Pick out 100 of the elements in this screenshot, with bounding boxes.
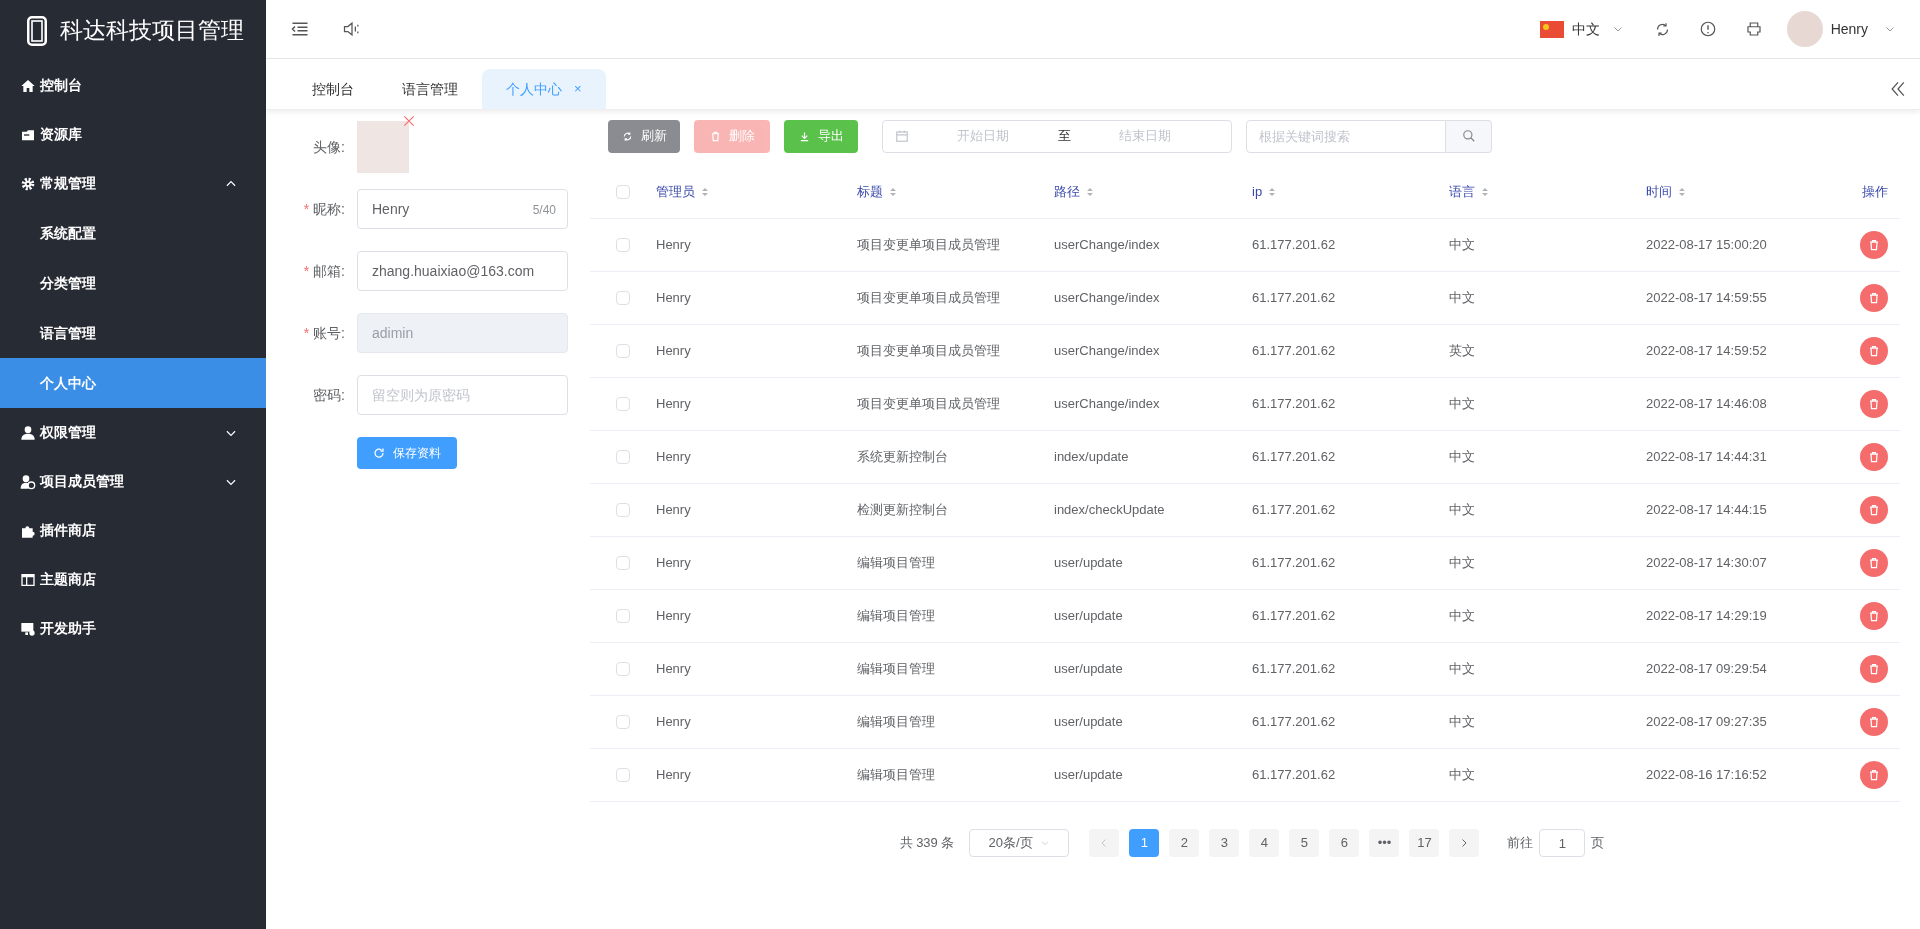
field-label: 昵称: xyxy=(313,199,345,219)
table-cell: 项目变更单项目成员管理 xyxy=(857,396,1000,412)
table-cell: Henry xyxy=(656,396,691,412)
table-cell: userChange/index xyxy=(1054,343,1160,359)
page-button[interactable]: 4 xyxy=(1249,829,1280,857)
page-suffix: 页 xyxy=(1591,834,1605,853)
field-label: 密码: xyxy=(313,385,345,405)
sidebar-item[interactable]: 控制台 xyxy=(0,61,266,110)
row-checkbox[interactable] xyxy=(616,662,630,676)
table-cell: 系统更新控制台 xyxy=(857,449,948,465)
table-cell: Henry xyxy=(656,449,691,465)
delete-button[interactable] xyxy=(1860,337,1888,365)
table-cell: Henry xyxy=(656,343,691,359)
column-header[interactable]: 语言 xyxy=(1449,182,1475,202)
delete-button[interactable] xyxy=(1860,231,1888,259)
page-button[interactable]: 17 xyxy=(1409,829,1440,857)
table-cell: Henry xyxy=(656,237,691,253)
monitor-icon xyxy=(20,620,36,637)
table-cell: 检测更新控制台 xyxy=(857,502,948,518)
china-flag-icon xyxy=(1539,20,1564,38)
close-icon xyxy=(402,114,416,128)
delete-button[interactable] xyxy=(1860,390,1888,418)
tab[interactable]: 控制台 xyxy=(288,69,378,109)
trash-icon xyxy=(1868,557,1880,569)
delete-button[interactable] xyxy=(1860,284,1888,312)
table-cell: index/update xyxy=(1054,449,1129,465)
delete-button[interactable] xyxy=(1860,496,1888,524)
page-number-field[interactable]: 1 xyxy=(1539,829,1586,857)
table-cell: 编辑项目管理 xyxy=(857,767,935,783)
date-range-field[interactable]: 开始日期 至 结束日期 xyxy=(882,119,1232,153)
column-header[interactable]: 管理员 xyxy=(656,182,695,202)
sidebar-subitem[interactable]: 系统配置 xyxy=(0,208,266,258)
language-dropdown[interactable]: 中文 xyxy=(1539,18,1624,40)
table-cell: 中文 xyxy=(1449,608,1475,624)
table-cell: 61.177.201.62 xyxy=(1252,555,1336,571)
home-icon xyxy=(20,77,36,94)
delete-button[interactable] xyxy=(1860,443,1888,471)
printer-icon xyxy=(1744,20,1763,38)
table-cell: 2022-08-17 14:44:15 xyxy=(1646,502,1767,518)
required-mark: * xyxy=(303,261,310,281)
search-field[interactable]: 根据关键词搜索 xyxy=(1246,119,1446,153)
trash-icon xyxy=(1868,292,1880,304)
sidebar-item[interactable]: 常规管理 xyxy=(0,159,266,208)
page-button[interactable]: 6 xyxy=(1329,829,1360,857)
sidebar-item[interactable]: 项目成员管理 xyxy=(0,457,266,506)
column-header[interactable]: ip xyxy=(1252,182,1263,202)
table-cell: userChange/index xyxy=(1054,396,1160,412)
row-checkbox[interactable] xyxy=(616,715,630,729)
table-cell: Henry xyxy=(656,608,691,624)
end-date-placeholder: 结束日期 xyxy=(1117,127,1172,146)
delete-button[interactable] xyxy=(1860,708,1888,736)
table-cell: 中文 xyxy=(1449,449,1475,465)
sidebar-subitem[interactable]: 分类管理 xyxy=(0,258,266,308)
row-checkbox[interactable] xyxy=(616,344,630,358)
sidebar-item[interactable]: 资源库 xyxy=(0,110,266,159)
row-checkbox[interactable] xyxy=(616,556,630,570)
row-checkbox[interactable] xyxy=(616,238,630,252)
table-cell: 2022-08-17 14:44:31 xyxy=(1646,449,1767,465)
row-checkbox[interactable] xyxy=(616,450,630,464)
delete-button[interactable] xyxy=(1860,655,1888,683)
next-page-button[interactable] xyxy=(1449,829,1480,857)
page-button[interactable]: ••• xyxy=(1369,829,1400,857)
sidebar-item[interactable]: 主题商店 xyxy=(0,555,266,604)
sidebar-item[interactable]: 插件商店 xyxy=(0,506,266,555)
table-cell: 61.177.201.62 xyxy=(1252,290,1336,306)
row-checkbox[interactable] xyxy=(616,609,630,623)
input-field[interactable]: 留空则为原密码 xyxy=(357,375,568,415)
trash-icon xyxy=(1868,716,1880,728)
previous-page-button[interactable] xyxy=(1089,829,1120,857)
column-header[interactable]: 路径 xyxy=(1054,182,1080,202)
row-checkbox[interactable] xyxy=(616,503,630,517)
input-field[interactable]: zhang.huaixiao@163.com xyxy=(357,251,568,291)
field-label: 头像: xyxy=(313,137,345,157)
column-header[interactable]: 标题 xyxy=(857,182,883,202)
table-cell: 中文 xyxy=(1449,237,1475,253)
page-button[interactable]: 2 xyxy=(1169,829,1200,857)
delete-button[interactable] xyxy=(1860,549,1888,577)
table-cell: 61.177.201.62 xyxy=(1252,661,1336,677)
goto-label: 前往 xyxy=(1507,834,1534,853)
user-menu[interactable]: Henry xyxy=(1786,11,1896,47)
column-header[interactable]: 操作 xyxy=(1862,182,1888,202)
row-checkbox[interactable] xyxy=(616,768,630,782)
sidebar-subitem[interactable]: 语言管理 xyxy=(0,308,266,358)
trash-icon xyxy=(1868,398,1880,410)
row-checkbox[interactable] xyxy=(616,291,630,305)
sidebar-item[interactable]: 开发助手 xyxy=(0,604,266,653)
row-checkbox[interactable] xyxy=(616,397,630,411)
page-button[interactable]: 5 xyxy=(1289,829,1320,857)
search-button[interactable] xyxy=(1446,119,1492,153)
table-cell: Henry xyxy=(656,502,691,518)
column-header[interactable]: 时间 xyxy=(1646,182,1672,202)
delete-button[interactable] xyxy=(1860,761,1888,789)
table-cell: 2022-08-17 09:29:54 xyxy=(1646,661,1767,677)
tab[interactable]: 语言管理 xyxy=(378,69,482,109)
page-button[interactable]: 3 xyxy=(1209,829,1240,857)
delete-button[interactable] xyxy=(1860,602,1888,630)
page-size-dropdown[interactable]: 20条/页 xyxy=(969,829,1070,857)
sidebar-item[interactable]: 权限管理 xyxy=(0,408,266,457)
trash-icon xyxy=(1868,769,1880,781)
select-all-checkbox[interactable] xyxy=(616,185,630,199)
